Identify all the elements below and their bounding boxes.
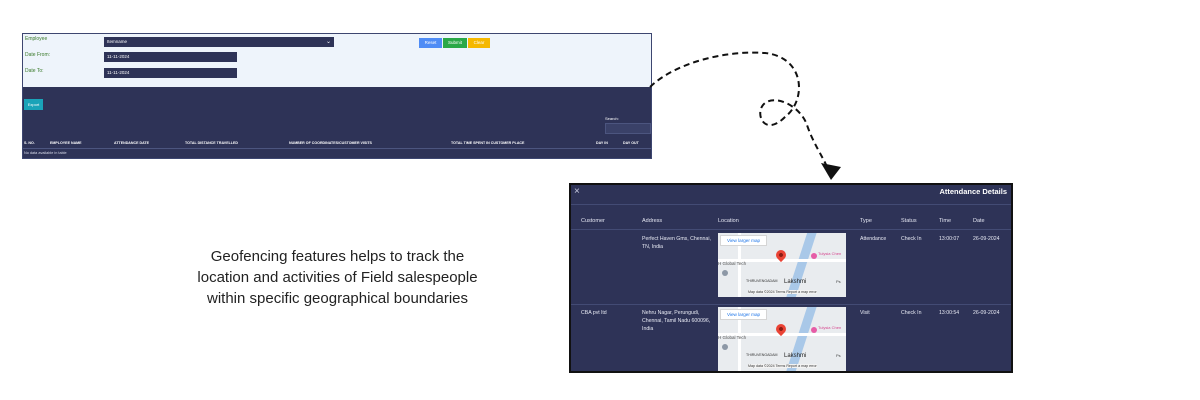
- map-label: H Global Tech: [718, 335, 747, 340]
- date-from-label: Date From:: [25, 52, 51, 58]
- map-label: Tulysia Chen: [818, 251, 842, 256]
- column-header-status: Status: [901, 218, 917, 224]
- employee-report-panel: Employee Itemname ⌄ Date From: 11-11-202…: [22, 33, 652, 159]
- map-poi-icon: [722, 344, 728, 350]
- dashed-arrow-icon: [649, 51, 841, 180]
- column-header[interactable]: DAY IN: [596, 141, 608, 145]
- report-table-area: Export Search: S. NO. EMPLOYEE NAME ATTE…: [23, 88, 651, 158]
- map-label: THIRUVENGADAM: [746, 353, 778, 357]
- export-button[interactable]: Export: [24, 99, 43, 110]
- map-label: Lakshmi: [784, 279, 807, 285]
- column-header[interactable]: ATTENDANCE DATE: [114, 141, 149, 145]
- column-header[interactable]: TOTAL TIME SPENT IN CUSTOMER PLACE: [451, 141, 524, 145]
- map-attribution[interactable]: Map data ©2024 Terms Report a map error: [748, 290, 817, 294]
- map-label: Ps: [836, 279, 841, 284]
- table-row: CBA pvt ltd Nehru Nagar, Perungudi, Chen…: [571, 305, 1011, 375]
- location-map[interactable]: H Global Tech Tulysia Chen THIRUVENGADAM…: [718, 233, 846, 297]
- date-from-input[interactable]: 11-11-2024: [104, 52, 237, 62]
- map-poi-icon: [722, 270, 728, 276]
- column-header[interactable]: TOTAL DISTANCE TRAVELLED: [185, 141, 238, 145]
- map-road: [783, 307, 818, 371]
- submit-button[interactable]: Submit: [443, 38, 467, 48]
- column-header[interactable]: S. NO.: [24, 141, 35, 145]
- map-road: [783, 233, 818, 297]
- date-cell: 26-09-2024: [973, 236, 1000, 242]
- modal-title: Attendance Details: [939, 187, 1007, 196]
- caption-line: within specific geographical boundaries: [207, 290, 468, 307]
- address-cell: Perfect Haven Gms, Chennai, TN, India: [642, 236, 711, 250]
- customer-cell: CBA pvt ltd: [581, 310, 607, 316]
- location-map[interactable]: H Global Tech Tulysia Chen THIRUVENGADAM…: [718, 307, 846, 371]
- divider: [571, 204, 1011, 205]
- employee-label: Employee: [25, 36, 48, 42]
- time-cell: 13:00:54: [939, 310, 960, 316]
- column-header-address: Address: [642, 218, 663, 224]
- map-attribution[interactable]: Map data ©2024 Terms Report a map error: [748, 364, 817, 368]
- attendance-details-modal: × Attendance Details Customer Address Lo…: [569, 183, 1013, 373]
- empty-table-message: No data available in table: [24, 151, 67, 155]
- view-larger-map-link[interactable]: View larger map: [720, 309, 768, 320]
- status-cell: Check In: [901, 236, 922, 242]
- column-header-date: Date: [973, 218, 985, 224]
- column-header-type: Type: [860, 218, 872, 224]
- type-cell: Visit: [860, 310, 870, 316]
- view-larger-map-link[interactable]: View larger map: [720, 235, 768, 246]
- reset-button[interactable]: Reset: [419, 38, 442, 48]
- map-label: Ps: [836, 353, 841, 358]
- caption-line: Geofencing features helps to track the: [210, 248, 465, 265]
- column-header[interactable]: DAY OUT: [623, 141, 639, 145]
- map-label: Tulysia Chen: [818, 325, 842, 330]
- feature-caption: Geofencing features helps to track the l…: [160, 246, 515, 309]
- column-header-time: Time: [939, 218, 952, 224]
- map-label: Lakshmi: [784, 353, 807, 359]
- clear-button[interactable]: Clear: [468, 38, 490, 48]
- divider: [23, 148, 651, 149]
- divider: [571, 229, 1011, 230]
- address-cell: Nehru Nagar, Perungudi, Chennai, Tamil N…: [642, 310, 711, 332]
- employee-select[interactable]: Itemname ⌄: [104, 37, 334, 47]
- map-label: H Global Tech: [718, 261, 747, 266]
- map-poi-icon: [811, 327, 817, 333]
- search-label: Search:: [605, 116, 619, 121]
- date-cell: 26-09-2024: [973, 310, 1000, 316]
- caption-line: location and activities of Field salespe…: [197, 269, 478, 286]
- chevron-down-icon: ⌄: [325, 39, 331, 45]
- column-header[interactable]: EMPLOYEE NAME: [50, 141, 82, 145]
- column-header[interactable]: NUMBER OF COORDINATES/CUSTOMER VISITS: [289, 141, 372, 145]
- employee-select-value: Itemname: [107, 39, 128, 44]
- status-cell: Check In: [901, 310, 922, 316]
- type-cell: Attendance: [860, 236, 887, 242]
- map-poi-icon: [811, 253, 817, 259]
- column-header-location: Location: [718, 218, 739, 224]
- close-icon[interactable]: ×: [574, 186, 580, 197]
- time-cell: 13:00:07: [939, 236, 960, 242]
- map-label: THIRUVENGADAM: [746, 279, 778, 283]
- table-row: Perfect Haven Gms, Chennai, TN, India H …: [571, 231, 1011, 301]
- report-filter-bar: Employee Itemname ⌄ Date From: 11-11-202…: [23, 34, 651, 88]
- date-to-label: Date To:: [25, 68, 44, 74]
- date-to-input[interactable]: 11-11-2024: [104, 68, 237, 78]
- column-header-customer: Customer: [581, 218, 605, 224]
